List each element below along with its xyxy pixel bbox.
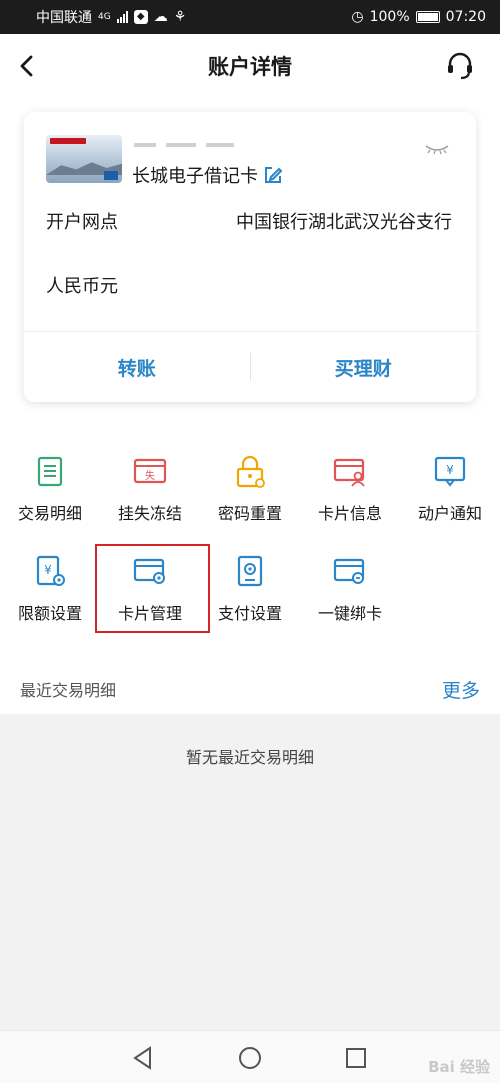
network-type: 4G xyxy=(98,11,111,22)
home-circle-icon[interactable] xyxy=(237,1045,263,1071)
shield-notification-icon: ◆ xyxy=(133,10,148,24)
signal-icon xyxy=(116,11,128,23)
tile-label: 一键绑卡 xyxy=(317,604,382,623)
svg-text:¥: ¥ xyxy=(44,563,52,577)
alarm-icon: ◷ xyxy=(351,9,364,25)
card-name-text: 长城电子借记卡 xyxy=(132,166,258,187)
recent-transactions-list: 暂无最近交易明细 xyxy=(0,714,500,1030)
tile-label: 密码重置 xyxy=(217,504,282,523)
bank-card-image xyxy=(46,135,122,183)
wealth-button[interactable]: 买理财 xyxy=(251,354,477,381)
limit-settings-icon: ¥ xyxy=(36,555,65,586)
back-arrow-icon[interactable] xyxy=(14,52,42,80)
tile-transaction-detail[interactable]: 交易明细 xyxy=(0,450,100,550)
recent-transactions-header: 最近交易明细 更多 xyxy=(0,664,500,714)
carrier-name: 中国联通 xyxy=(36,10,92,26)
highlight-box xyxy=(95,544,210,633)
svg-text:失: 失 xyxy=(145,469,155,482)
tile-password-reset[interactable]: 密码重置 xyxy=(200,450,300,550)
account-notify-icon: ¥ xyxy=(434,456,466,487)
clock: 07:20 xyxy=(445,9,486,25)
tile-limit-settings[interactable]: ¥ 限额设置 xyxy=(0,550,100,650)
card-info-icon xyxy=(333,458,365,487)
status-bar: 中国联通 4G ◆ ☁ ⚘ ◷ 100% 07:20 xyxy=(0,0,500,34)
cloud-icon: ☁ xyxy=(153,9,168,25)
recent-transactions-title: 最近交易明细 xyxy=(20,681,117,700)
branch-value: 中国银行湖北武汉光谷支行 xyxy=(236,212,452,233)
password-lock-icon xyxy=(236,455,265,488)
tile-report-loss[interactable]: 失 挂失冻结 xyxy=(100,450,200,550)
tile-payment-settings[interactable]: 支付设置 xyxy=(200,550,300,650)
customer-service-icon[interactable] xyxy=(444,50,476,82)
transaction-list-icon xyxy=(37,456,63,487)
tile-label: 动户通知 xyxy=(417,504,482,523)
app-notification-icon: ⚘ xyxy=(173,9,187,25)
transfer-button[interactable]: 转账 xyxy=(24,354,250,381)
bind-card-icon xyxy=(333,558,365,584)
empty-message: 暂无最近交易明细 xyxy=(185,748,314,767)
more-link[interactable]: 更多 xyxy=(442,676,480,703)
battery-percent: 100% xyxy=(369,9,410,25)
masked-card-number xyxy=(134,134,284,148)
tile-bind-card[interactable]: 一键绑卡 xyxy=(300,550,400,650)
branch-label: 开户网点 xyxy=(46,212,118,233)
tile-label: 限额设置 xyxy=(17,604,82,623)
tile-label: 交易明细 xyxy=(17,504,82,523)
account-actions: 转账 买理财 xyxy=(24,332,476,402)
tile-label: 支付设置 xyxy=(217,604,282,623)
tile-card-info[interactable]: 卡片信息 xyxy=(300,450,400,550)
eye-closed-icon[interactable] xyxy=(424,142,450,156)
card-name: 长城电子借记卡 xyxy=(132,162,284,188)
tile-label: 卡片信息 xyxy=(317,504,382,523)
currency-label: 人民币元 xyxy=(46,276,118,297)
watermark: Bai 经验 xyxy=(428,1058,490,1076)
payment-settings-icon xyxy=(237,555,263,587)
page-title: 账户详情 xyxy=(208,55,292,79)
system-nav-bar: Bai 经验 xyxy=(0,1030,500,1083)
app-header: 账户详情 xyxy=(0,34,500,98)
back-triangle-icon[interactable] xyxy=(130,1045,156,1071)
report-loss-icon: 失 xyxy=(133,458,167,484)
tile-label: 挂失冻结 xyxy=(117,504,182,523)
edit-icon[interactable] xyxy=(262,164,284,186)
account-card: 长城电子借记卡 开户网点 中国银行湖北武汉光谷支行 人民币元 转账 买理财 xyxy=(24,112,476,402)
svg-text:¥: ¥ xyxy=(446,463,454,477)
tile-account-notify[interactable]: ¥ 动户通知 xyxy=(400,450,500,550)
recents-square-icon[interactable] xyxy=(343,1045,369,1071)
battery-icon xyxy=(415,11,440,23)
